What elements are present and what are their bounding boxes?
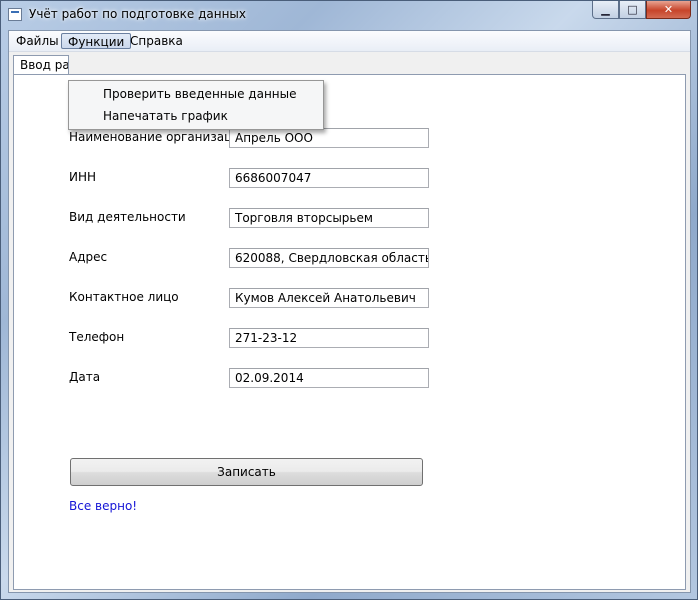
label-organization: Наименование организации — [69, 130, 248, 144]
label-date: Дата — [69, 370, 101, 384]
inn-input[interactable]: 6686007047 — [229, 168, 429, 188]
menu-help[interactable]: Справка — [124, 33, 189, 49]
label-address: Адрес — [69, 250, 108, 264]
contact-input[interactable]: Кумов Алексей Анатольевич — [229, 288, 429, 308]
functions-dropdown: Проверить введенные данные Напечатать гр… — [68, 80, 324, 130]
status-message: Все верно! — [69, 499, 138, 513]
activity-input[interactable]: Торговля вторсырьем — [229, 208, 429, 228]
client-area: Файлы Функции Справка Ввод ра Наименован… — [8, 30, 691, 593]
label-phone: Телефон — [69, 330, 125, 344]
window-title: Учёт работ по подготовке данных — [29, 7, 247, 21]
close-icon: ✕ — [663, 3, 674, 16]
close-button[interactable]: ✕ — [646, 1, 691, 19]
save-button[interactable]: Записать — [70, 458, 423, 486]
minimize-button[interactable]: ▁ — [592, 1, 619, 19]
app-window: Учёт работ по подготовке данных ▁ □ ✕ Фа… — [0, 0, 698, 600]
caption-buttons: ▁ □ ✕ — [592, 1, 691, 21]
tab-data-entry[interactable]: Ввод ра — [13, 55, 69, 75]
tab-content: Наименование организации Апрель ООО ИНН … — [13, 74, 686, 590]
minimize-icon: ▁ — [601, 3, 610, 16]
menu-item-validate-data[interactable]: Проверить введенные данные — [103, 84, 297, 104]
menu-functions[interactable]: Функции — [61, 33, 132, 49]
title-bar[interactable]: Учёт работ по подготовке данных ▁ □ ✕ — [1, 1, 697, 29]
menu-item-print-chart[interactable]: Напечатать график — [103, 106, 228, 126]
maximize-icon: □ — [627, 3, 638, 16]
label-activity: Вид деятельности — [69, 210, 186, 224]
organization-input[interactable]: Апрель ООО — [229, 128, 429, 148]
menu-files[interactable]: Файлы — [10, 33, 65, 49]
address-input[interactable]: 620088, Свердловская область, Ека — [229, 248, 429, 268]
label-contact: Контактное лицо — [69, 290, 179, 304]
label-inn: ИНН — [69, 170, 97, 184]
app-icon[interactable] — [8, 8, 22, 21]
phone-input[interactable]: 271-23-12 — [229, 328, 429, 348]
maximize-button[interactable]: □ — [619, 1, 646, 19]
date-input[interactable]: 02.09.2014 — [229, 368, 429, 388]
menu-bar: Файлы Функции Справка — [9, 31, 690, 52]
